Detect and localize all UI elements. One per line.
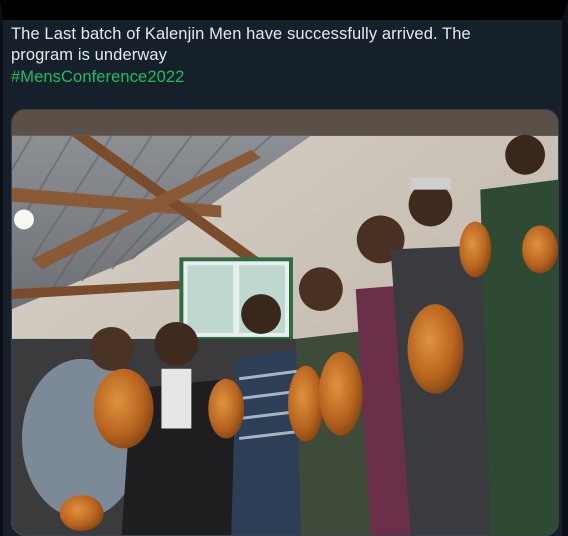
hashtag-link[interactable]: #MensConference2022 xyxy=(11,67,551,88)
tweet-card: The Last batch of Kalenjin Men have succ… xyxy=(0,0,568,536)
tweet-text-line-1: The Last batch of Kalenjin Men have succ… xyxy=(11,25,471,43)
photo-illustration xyxy=(12,110,558,535)
tweet-text-line-2: program is underway xyxy=(11,46,167,64)
tweet-photo[interactable] xyxy=(11,109,559,536)
tweet-text: The Last batch of Kalenjin Men have succ… xyxy=(11,24,551,88)
